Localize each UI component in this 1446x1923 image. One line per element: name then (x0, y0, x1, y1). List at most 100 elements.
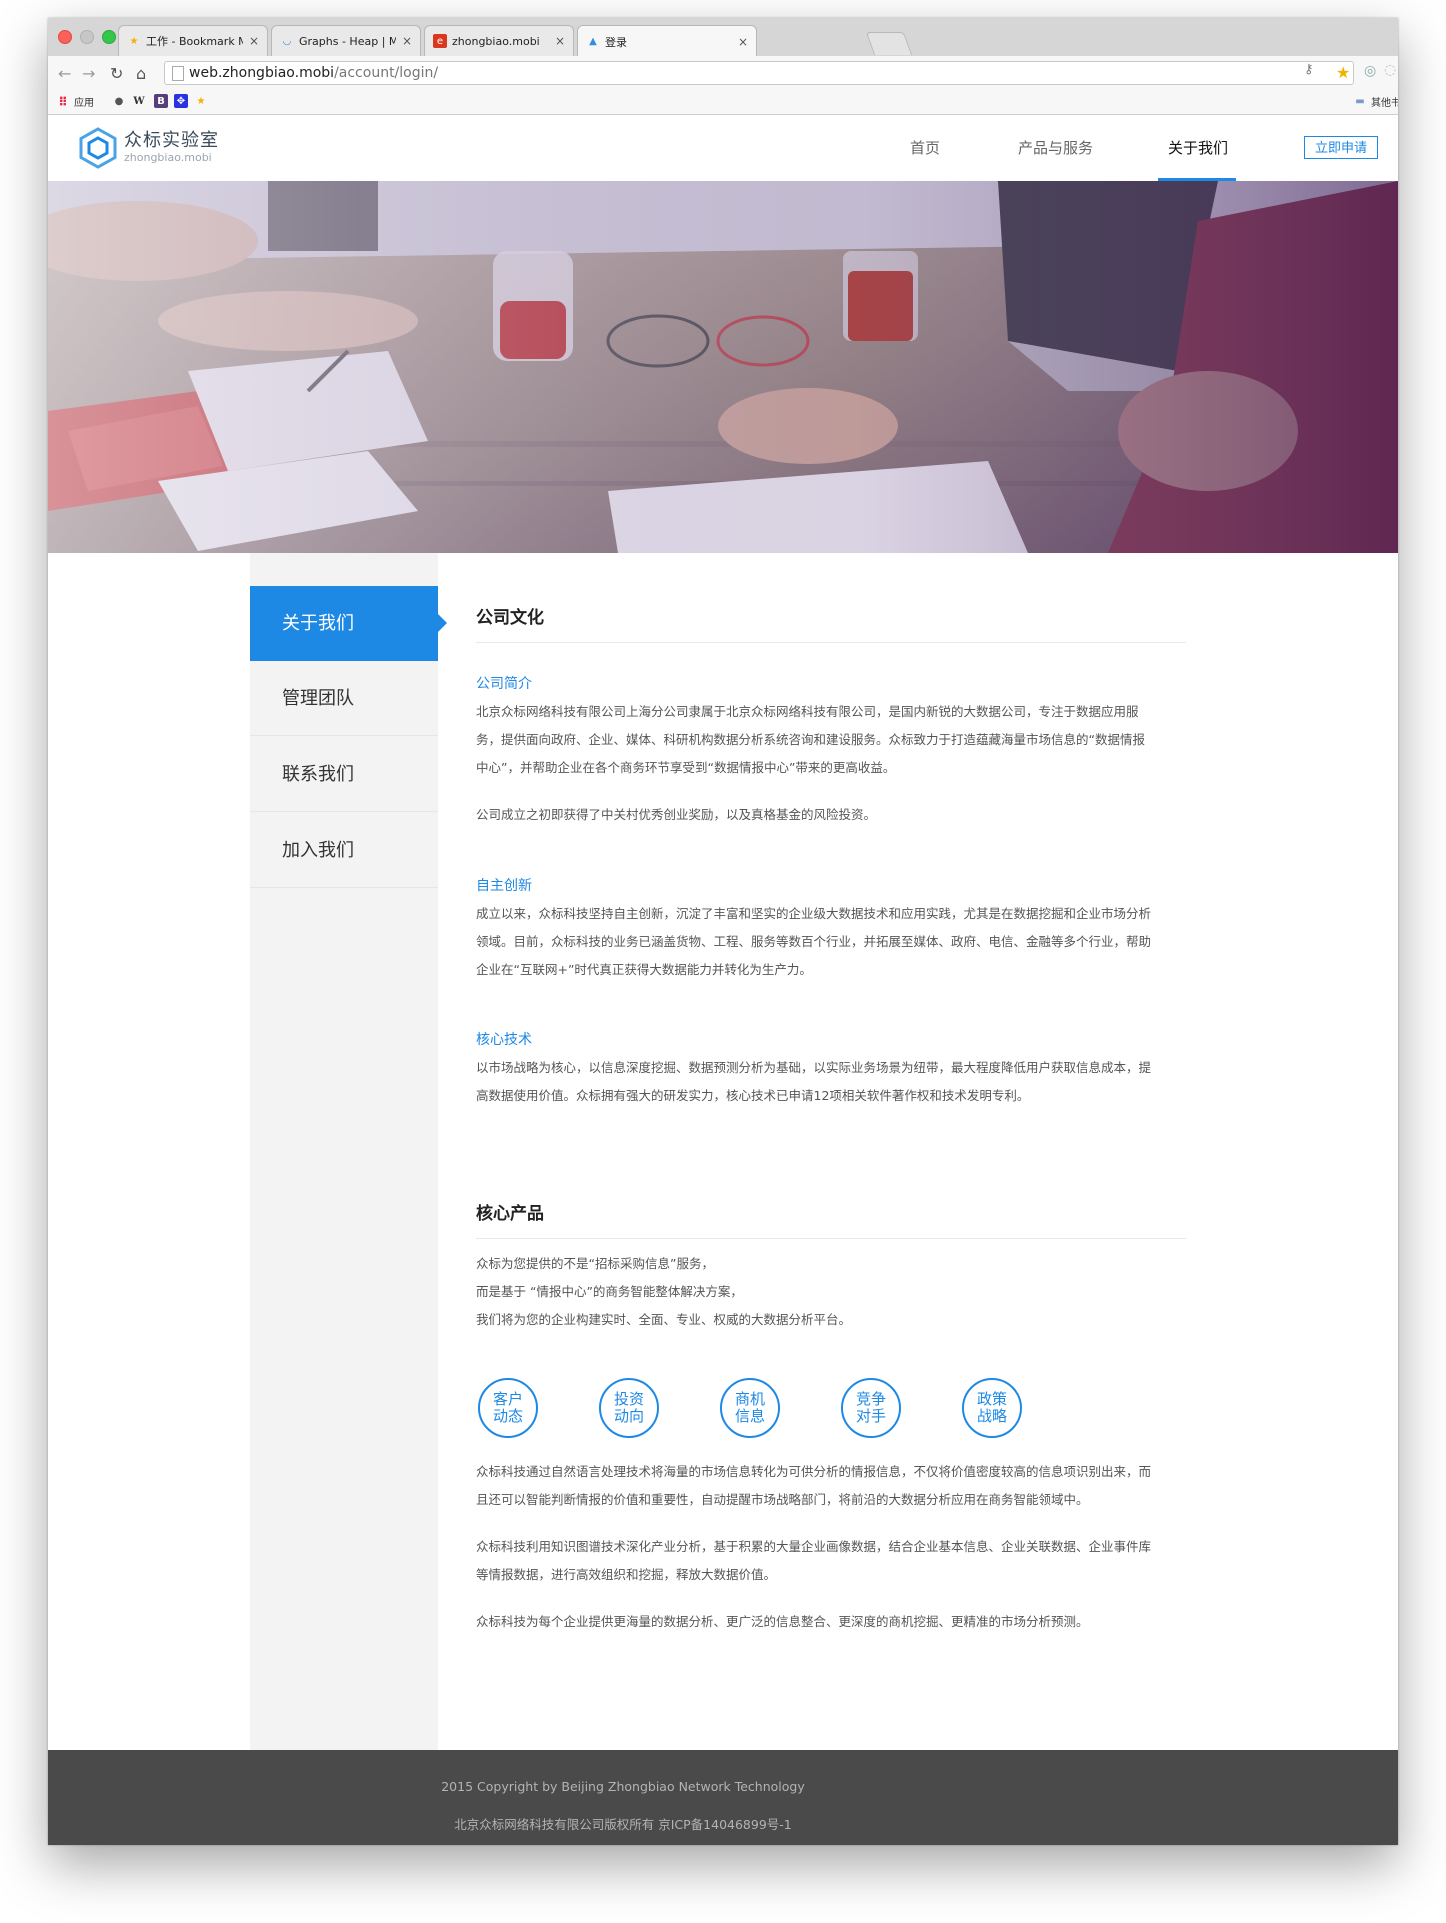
close-icon[interactable]: × (555, 34, 565, 48)
sidebar-item-contact[interactable]: 联系我们 (250, 737, 438, 812)
back-icon[interactable]: ← (58, 64, 71, 83)
hero-illustration (48, 181, 1398, 553)
tab-title: 工作 - Bookmark Manager (146, 35, 243, 48)
minimize-window-button[interactable] (80, 30, 94, 44)
maximize-window-button[interactable] (102, 30, 116, 44)
bookmark-star[interactable]: ★ (194, 94, 208, 108)
apply-button[interactable]: 立即申请 (1304, 136, 1378, 159)
feature-circle-competitor: 竞争 对手 (841, 1378, 901, 1438)
knowledge-graph-paragraph: 众标科技利用知识图谱技术深化产业分析，基于积累的大量企业画像数据，结合企业基本信… (476, 1533, 1188, 1589)
zhongbiao-icon: e (433, 34, 447, 48)
circle-label: 对手 (855, 1407, 886, 1425)
reload-icon[interactable]: ↻ (110, 64, 123, 83)
bookmark-baidu[interactable]: ✥ (174, 94, 188, 108)
innovation-paragraph: 成立以来，众标科技坚持自主创新，沉淀了丰富和坚实的企业级大数据技术和应用实践，尤… (476, 900, 1188, 984)
nav-home[interactable]: 首页 (910, 115, 940, 181)
apps-grid-icon: ⠿ (58, 94, 68, 109)
text-line: 北京众标网络科技有限公司上海分公司隶属于北京众标网络科技有限公司，是国内新锐的大… (476, 704, 1139, 719)
sidebar-item-team[interactable]: 管理团队 (250, 661, 438, 736)
circle-label: 动态 (492, 1407, 523, 1425)
text-line: 成立以来，众标科技坚持自主创新，沉淀了丰富和坚实的企业级大数据技术和应用实践，尤… (476, 906, 1152, 921)
site-footer: 2015 Copyright by Beijing Zhongbiao Netw… (48, 1750, 1398, 1845)
bookmark-bootstrap[interactable]: B (154, 94, 168, 108)
mobi-icon: ▲ (589, 36, 597, 47)
circle-label: 战略 (976, 1407, 1007, 1425)
tab-bookmark-manager[interactable]: ★ 工作 - Bookmark Manager × (118, 25, 268, 56)
tab-heap-graphs[interactable]: ◡ Graphs - Heap | Mobile and × (271, 25, 421, 56)
window-controls (58, 30, 116, 44)
circle-label: 客户 (492, 1390, 523, 1408)
address-host: web.zhongbiao.mobi (189, 65, 335, 81)
forward-icon[interactable]: → (82, 64, 95, 83)
sidebar-item-label: 管理团队 (282, 688, 354, 709)
address-bar[interactable]: web.zhongbiao.mobi/account/login/ (164, 61, 1354, 85)
sidebar-item-about[interactable]: 关于我们 (250, 586, 447, 661)
close-window-button[interactable] (58, 30, 72, 44)
bookmark-other[interactable]: ▬ 其他书签 (1353, 94, 1398, 109)
products-heading: 核心产品 (476, 1204, 544, 1224)
sidebar-item-label: 联系我们 (282, 764, 354, 785)
circle-label: 投资 (613, 1390, 644, 1408)
sidebar-item-label: 加入我们 (282, 840, 354, 861)
intro-paragraph: 北京众标网络科技有限公司上海分公司隶属于北京众标网络科技有限公司，是国内新锐的大… (476, 698, 1188, 782)
folder-icon: ▬ (1355, 96, 1365, 107)
text-line: 等情报数据，进行高效组织和挖掘，释放大数据价值。 (476, 1567, 777, 1582)
tab-title: Graphs - Heap | Mobile and (299, 34, 396, 48)
text-line: 高数据使用价值。众标拥有强大的研发实力，核心技术已申请12项相关软件著作权和技术… (476, 1088, 1030, 1103)
active-arrow-icon (438, 614, 447, 632)
text-line: 领域。目前，众标科技的业务已涵盖货物、工程、服务等数百个行业，并拓展至媒体、政府… (476, 934, 1152, 949)
bookmark-apple[interactable]: ● (112, 94, 126, 108)
footer-icp: 北京众标网络科技有限公司版权所有 京ICP备14046899号-1 (454, 1817, 792, 1832)
intro-heading: 公司简介 (476, 676, 532, 692)
star-icon: ★ (196, 95, 206, 107)
nav-about[interactable]: 关于我们 (1168, 115, 1228, 181)
key-icon[interactable]: ⚷ (1304, 62, 1314, 77)
apple-icon: ● (114, 95, 124, 107)
divider (476, 1238, 1186, 1239)
funding-paragraph: 公司成立之初即获得了中关村优秀创业奖励，以及真格基金的风险投资。 (476, 807, 877, 822)
circle-label: 政策 (976, 1390, 1007, 1408)
bookmark-apps[interactable]: ⠿ 应用 (56, 94, 94, 110)
feature-circle-policy: 政策 战略 (962, 1378, 1022, 1438)
hero-banner-image (48, 181, 1398, 553)
screenshot-icon[interactable]: ◎ (1364, 63, 1376, 79)
close-icon[interactable]: × (402, 34, 412, 48)
feature-circle-investment: 投资 动向 (599, 1378, 659, 1438)
browser-window: ★ 工作 - Bookmark Manager × ◡ Graphs - Hea… (48, 18, 1398, 1845)
bookmarks-bar: ⠿ 应用 ● W B ✥ ★ ▬ 其他书签 (48, 90, 1398, 115)
text-line: 中心”，并帮助企业在各个商务环节享受到“数据情报中心”带来的更高收益。 (476, 760, 896, 775)
circle-label: 信息 (734, 1407, 765, 1425)
circle-label: 商机 (734, 1390, 765, 1408)
sidebar-item-join[interactable]: 加入我们 (250, 813, 438, 888)
text-line: 众标科技利用知识图谱技术深化产业分析，基于积累的大量企业画像数据，结合企业基本信… (476, 1539, 1152, 1554)
home-icon[interactable]: ⌂ (136, 64, 146, 83)
main-nav: 首页 产品与服务 关于我们 (48, 115, 1398, 181)
close-icon[interactable]: × (738, 35, 748, 49)
menu-icon[interactable]: ◌ (1384, 62, 1396, 78)
feature-circle-customer: 客户 动态 (478, 1378, 538, 1438)
wikipedia-icon: W (133, 95, 145, 107)
text-line: 以市场战略为核心，以信息深度挖掘、数据预测分析为基础，以实际业务场景为纽带，最大… (476, 1060, 1152, 1075)
sidebar-item-label: 关于我们 (282, 613, 354, 634)
tab-login[interactable]: ▲ 登录 × (577, 25, 757, 57)
circle-label: 动向 (613, 1407, 644, 1425)
text-line: 企业在“互联网+”时代真正获得大数据能力并转化为生产力。 (476, 962, 812, 977)
divider (476, 642, 1186, 643)
site-header: 众标实验室 zhongbiao.mobi 首页 产品与服务 关于我们 立即申请 (48, 115, 1398, 181)
star-icon[interactable]: ★ (1336, 63, 1350, 82)
tab-zhongbiao[interactable]: e zhongbiao.mobi × (424, 25, 574, 56)
tech-heading: 核心技术 (476, 1032, 532, 1048)
new-tab-button[interactable] (865, 32, 913, 55)
bookmark-other-label: 其他书签 (1371, 98, 1398, 109)
close-icon[interactable]: × (249, 34, 259, 48)
tab-title: 登录 (605, 35, 627, 49)
footer-copyright: 2015 Copyright by Beijing Zhongbiao Netw… (441, 1779, 805, 1794)
text-line: 我们将为您的企业构建实时、全面、专业、权威的大数据分析平台。 (476, 1312, 852, 1327)
innovation-heading: 自主创新 (476, 878, 532, 894)
nav-products[interactable]: 产品与服务 (1018, 115, 1093, 181)
tech-paragraph: 以市场战略为核心，以信息深度挖掘、数据预测分析为基础，以实际业务场景为纽带，最大… (476, 1054, 1188, 1110)
page-icon (172, 66, 184, 81)
text-line: 务，提供面向政府、企业、媒体、科研机构数据分析系统咨询和建设服务。众标致力于打造… (476, 732, 1145, 747)
bookmark-wikipedia[interactable]: W (132, 94, 146, 108)
feature-circle-opportunity: 商机 信息 (720, 1378, 780, 1438)
